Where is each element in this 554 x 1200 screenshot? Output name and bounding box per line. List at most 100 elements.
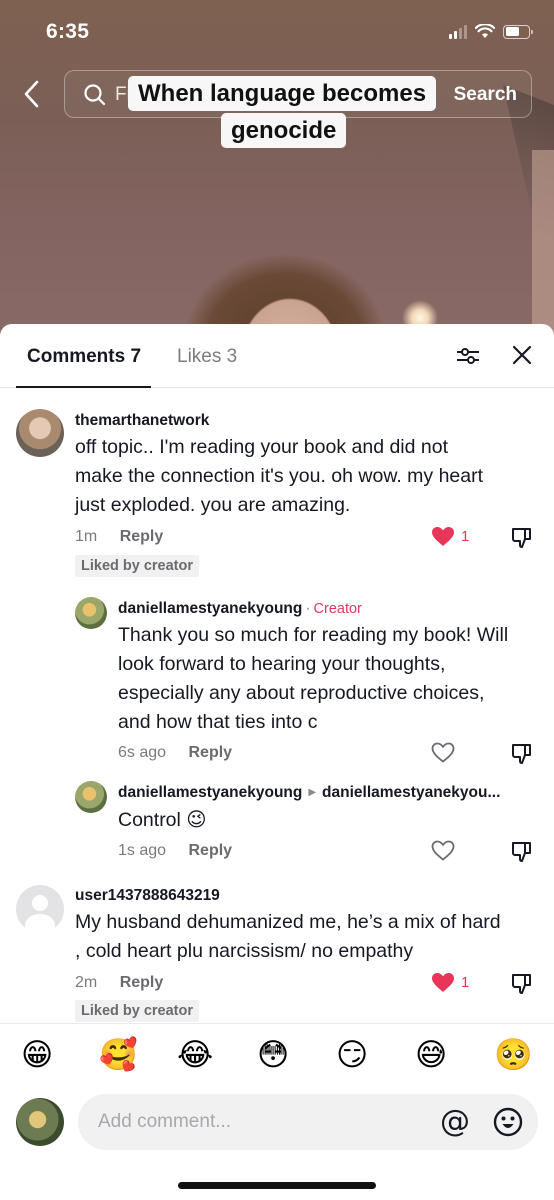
separator-dot: · (305, 600, 311, 617)
status-icons (449, 24, 533, 39)
comment-time: 1s ago (118, 842, 167, 859)
thumbs-down-icon (512, 974, 531, 994)
comment-text: off topic.. I'm reading your book and di… (75, 433, 483, 520)
tab-likes[interactable]: Likes 3 (177, 346, 237, 368)
cellular-signal-icon (449, 24, 467, 39)
tab-comments[interactable]: Comments 7 (27, 346, 141, 368)
active-tab-indicator (16, 386, 151, 388)
video-wall-detail (532, 150, 554, 345)
emoji-picker-button[interactable] (493, 1107, 523, 1137)
reply-item: daniellamestyanekyoung ▶ daniellamestyanek… (0, 779, 554, 869)
back-button[interactable] (18, 78, 46, 110)
comment-text-line: , cold heart plu narcissism/ no empathy (75, 940, 414, 962)
reply-to-username[interactable]: daniellamestyanekyou... (322, 784, 500, 801)
comment-text-line: off topic.. I'm reading your book and di… (75, 436, 449, 458)
dislike-button[interactable] (510, 742, 534, 766)
dislike-button[interactable] (510, 840, 534, 864)
thumbs-down-icon (512, 842, 531, 862)
liked-by-creator-badge: Liked by creator (75, 555, 200, 577)
reply-button[interactable]: Reply (120, 528, 164, 545)
smiley-icon (493, 1107, 523, 1137)
like-button[interactable] (431, 742, 455, 763)
comment-text-line: look forward to hearing your thoughts, (118, 653, 446, 675)
comment-meta: 1m Reply (75, 528, 163, 546)
reply-username[interactable]: daniellamestyanekyoung (118, 600, 302, 617)
comment-text-line: make the connection it's you. oh wow. my… (75, 465, 484, 487)
dislike-button[interactable] (510, 972, 534, 996)
dislike-button[interactable] (510, 526, 534, 550)
comment-text-line: just exploded. you are amazing. (75, 494, 351, 516)
comment-time: 6s ago (118, 744, 167, 761)
comment-item: user1437888643219 My husband dehumanized… (0, 882, 554, 1022)
avatar[interactable] (75, 597, 107, 629)
filter-button[interactable] (456, 346, 480, 366)
battery-icon (503, 24, 533, 39)
comment-text: Control 😉 (118, 809, 207, 831)
comment-username: daniellamestyanekyoung ▶ daniellamestyanek… (118, 784, 500, 802)
wifi-icon (475, 24, 495, 38)
comment-username[interactable]: user1437888643219 (75, 887, 220, 905)
comment-meta: 2m Reply (75, 974, 163, 992)
like-count: 1 (461, 528, 470, 545)
comment-composer: @ (0, 1094, 554, 1154)
comment-text-line: and how that ties into c (118, 711, 318, 733)
emoji-flushed-button[interactable]: 😳 (257, 1036, 289, 1074)
emoji-smirk-button[interactable]: 😏 (336, 1036, 368, 1074)
like-count: 1 (461, 974, 470, 991)
composer-divider (0, 1023, 554, 1024)
comment-time: 2m (75, 974, 98, 991)
heart-outline-icon (431, 742, 455, 763)
caption-line-2: genocide (221, 113, 347, 148)
comment-time: 1m (75, 528, 98, 545)
mention-button[interactable]: @ (440, 1106, 470, 1138)
like-button[interactable] (431, 840, 455, 861)
emoji-pleading-button[interactable]: 🥺 (494, 1036, 533, 1074)
comment-username: daniellamestyanekyoung · Creator (118, 600, 362, 618)
quick-emoji-row: 😁 🥰 😂 😳 😏 😅 🥺 (0, 1036, 554, 1080)
sheet-tabs: Comments 7 Likes 3 (0, 324, 554, 388)
thumbs-down-icon (512, 744, 531, 764)
comment-item: themarthanetwork off topic.. I'm reading… (0, 408, 554, 578)
my-avatar (16, 1098, 64, 1146)
avatar-default[interactable] (16, 885, 64, 933)
avatar[interactable] (75, 781, 107, 813)
status-bar: 6:35 (0, 0, 554, 64)
comments-sheet: Comments 7 Likes 3 themarthanetwork off … (0, 324, 554, 1200)
comment-meta: 6s ago Reply (118, 744, 232, 762)
heart-filled-icon (432, 973, 454, 992)
heart-filled-icon (432, 527, 454, 546)
search-button[interactable]: Search (454, 84, 517, 106)
creator-tag: Creator (313, 601, 362, 617)
reply-arrow-icon: ▶ (308, 787, 317, 798)
caption-line-1: When language becomes (128, 76, 437, 111)
search-icon (84, 84, 106, 106)
thumbs-down-icon (512, 528, 531, 548)
comment-text: My husband dehumanized me, he’s a mix of… (75, 908, 501, 966)
heart-outline-icon (431, 840, 455, 861)
status-time: 6:35 (46, 20, 90, 43)
reply-button[interactable]: Reply (189, 842, 233, 859)
close-button[interactable] (511, 344, 533, 366)
comment-text-line: especially any about reproductive choice… (118, 682, 485, 704)
like-button[interactable]: 1 (431, 526, 469, 547)
comment-text-line: My husband dehumanized me, he’s a mix of… (75, 911, 501, 933)
chevron-left-icon (24, 80, 39, 108)
emoji-sweat-smile-button[interactable]: 😅 (415, 1036, 447, 1074)
home-indicator[interactable] (178, 1182, 376, 1189)
emoji-grin-button[interactable]: 😁 (21, 1036, 53, 1074)
emoji-smiling-hearts-button[interactable]: 🥰 (99, 1036, 138, 1074)
comment-meta: 1s ago Reply (118, 842, 232, 860)
sliders-icon (457, 348, 479, 364)
liked-by-creator-badge: Liked by creator (75, 1000, 200, 1022)
comment-username[interactable]: themarthanetwork (75, 412, 209, 430)
reply-username[interactable]: daniellamestyanekyoung (118, 784, 302, 801)
reply-item: daniellamestyanekyoung · Creator Thank you… (0, 594, 554, 774)
reply-button[interactable]: Reply (120, 974, 164, 991)
reply-button[interactable]: Reply (189, 744, 233, 761)
avatar[interactable] (16, 409, 64, 457)
close-icon (512, 345, 532, 365)
comment-text: Thank you so much for reading my book! W… (118, 621, 508, 737)
emoji-joy-button[interactable]: 😂 (177, 1036, 213, 1074)
comment-text-line: Thank you so much for reading my book! W… (118, 624, 509, 646)
like-button[interactable]: 1 (431, 972, 469, 993)
